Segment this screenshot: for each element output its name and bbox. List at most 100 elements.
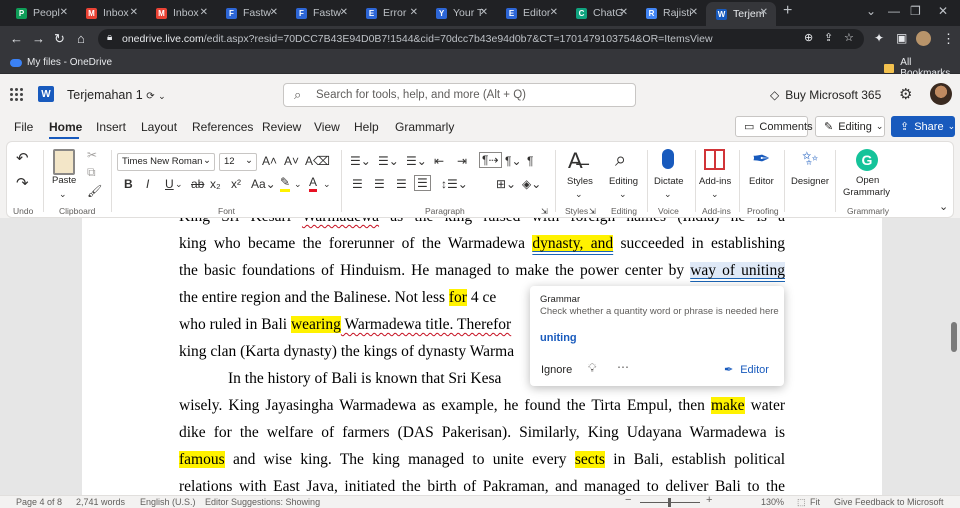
user-avatar[interactable] (930, 83, 952, 105)
tab-insert[interactable]: Insert (96, 120, 126, 134)
ltr-direction-icon[interactable]: ¶⇢ (479, 152, 502, 168)
open-grammarly-button-line2[interactable]: Grammarly (843, 187, 890, 198)
shrink-font-icon[interactable]: A˅ (284, 154, 299, 168)
minimize-button[interactable]: — (888, 4, 900, 18)
menu-icon[interactable]: ⋮ (942, 31, 955, 47)
show-marks-icon[interactable]: ¶ (527, 154, 533, 168)
align-right-icon[interactable]: ☰ (396, 177, 407, 191)
reload-icon[interactable]: ↻ (54, 31, 65, 47)
buy-microsoft-365-link[interactable]: ◇ Buy Microsoft 365 (770, 88, 881, 102)
vertical-scrollbar-thumb[interactable] (951, 322, 957, 352)
feedback-link[interactable]: Give Feedback to Microsoft (834, 497, 944, 507)
designer-button[interactable]: Designer (791, 176, 829, 187)
editor-suggestions-status[interactable]: Editor Suggestions: Showing (205, 497, 320, 507)
highlighted-word[interactable]: for (448, 289, 467, 306)
styles-button[interactable]: Styles (567, 176, 593, 187)
side-panel-icon[interactable]: ▣ (896, 31, 907, 45)
browser-tab[interactable]: R Rajisti ✕ (636, 2, 706, 24)
bookmark-star-icon[interactable]: ☆ (844, 31, 854, 44)
microphone-icon[interactable] (662, 149, 674, 169)
search-input[interactable]: ⌕ Search for tools, help, and more (Alt … (283, 83, 636, 107)
ignore-button[interactable]: Ignore (541, 364, 572, 376)
editor-pen-icon[interactable]: ✒ (752, 147, 770, 171)
grammar-flagged-phrase[interactable]: way of uniting (690, 262, 785, 279)
underline-dropdown-icon[interactable]: ⌄ (175, 177, 183, 191)
more-options-icon[interactable]: ⋯ (617, 360, 629, 374)
increase-indent-icon[interactable]: ⇥ (457, 154, 467, 168)
shading-icon[interactable]: ◈⌄ (522, 177, 541, 191)
page-count[interactable]: Page 4 of 8 (16, 497, 62, 507)
highlighted-word[interactable]: wearing (290, 316, 341, 333)
chevron-down-icon[interactable]: ⌄ (664, 187, 672, 201)
fit-icon[interactable]: ⬚ (797, 497, 806, 508)
copy-icon[interactable]: ⧉ (87, 165, 96, 179)
highlighted-word[interactable]: sects (574, 451, 605, 468)
rtl-direction-icon[interactable]: ¶⌄ (505, 154, 522, 168)
addins-grid-icon[interactable] (704, 149, 725, 170)
grow-font-icon[interactable]: A˄ (262, 154, 277, 168)
bold-icon[interactable]: B (124, 177, 133, 191)
bookmark-onedrive[interactable]: My files - OneDrive (10, 57, 112, 68)
find-icon[interactable]: ⌕ (615, 148, 626, 172)
profile-avatar[interactable] (916, 31, 931, 46)
browser-tab[interactable]: C ChatG ✕ (566, 2, 636, 24)
tab-help[interactable]: Help (354, 120, 379, 134)
zoom-icon[interactable]: ⊕ (804, 31, 813, 44)
paste-dropdown-icon[interactable]: ⌄ (59, 187, 67, 201)
superscript-icon[interactable]: x² (231, 177, 241, 191)
open-grammarly-button[interactable]: Open (856, 175, 879, 186)
browser-tab[interactable]: E Error ✕ (356, 2, 426, 24)
comments-button[interactable]: ▭ Comments (735, 116, 813, 137)
editor-button[interactable]: Editor (749, 176, 774, 187)
lightbulb-icon[interactable]: 💡︎ (588, 361, 596, 376)
chevron-down-icon[interactable]: ⌄ (619, 187, 627, 201)
browser-tab[interactable]: M Inbox ✕ (76, 2, 146, 24)
address-bar[interactable]: 🔒︎ onedrive.live.com/edit.aspx?resid=70D… (98, 29, 864, 49)
cut-icon[interactable]: ✂ (87, 148, 97, 162)
language-status[interactable]: English (U.S.) (140, 497, 196, 507)
settings-gear-icon[interactable]: ⚙ (899, 85, 912, 103)
extensions-icon[interactable]: ✦ (874, 31, 884, 45)
multilevel-list-icon[interactable]: ☰⌄ (406, 154, 427, 168)
open-editor-button[interactable]: ✒ Editor (724, 363, 769, 377)
justify-icon[interactable]: ☰ (414, 175, 431, 191)
tab-review[interactable]: Review (262, 120, 301, 134)
close-window-button[interactable]: ✕ (938, 4, 948, 18)
line-spacing-icon[interactable]: ↕☰⌄ (441, 177, 468, 191)
paste-icon[interactable] (53, 149, 75, 175)
close-tab-icon[interactable]: ✕ (60, 7, 68, 18)
suggestion-replacement[interactable]: uniting (540, 332, 577, 344)
chevron-down-icon[interactable]: ⌄ (711, 187, 719, 201)
close-tab-icon[interactable]: ✕ (760, 7, 768, 18)
clear-formatting-icon[interactable]: A⌫ (305, 154, 330, 168)
tab-home[interactable]: Home (49, 120, 82, 134)
highlighted-word[interactable]: famous (179, 451, 225, 468)
app-launcher-icon[interactable] (10, 88, 24, 102)
close-tab-icon[interactable]: ✕ (550, 7, 558, 18)
italic-icon[interactable]: I (146, 177, 149, 191)
tab-view[interactable]: View (314, 120, 340, 134)
font-color-dropdown-icon[interactable]: ⌄ (323, 177, 331, 191)
word-count[interactable]: 2,741 words (76, 497, 125, 507)
close-tab-icon[interactable]: ✕ (410, 7, 418, 18)
back-icon[interactable]: ← (10, 31, 23, 46)
tab-references[interactable]: References (192, 120, 253, 134)
addins-button[interactable]: Add-ins (699, 176, 731, 187)
font-color-icon[interactable]: A (309, 175, 318, 192)
redo-icon[interactable]: ↷ (16, 176, 29, 191)
tab-grammarly[interactable]: Grammarly (395, 120, 454, 134)
numbering-icon[interactable]: ☰⌄ (378, 154, 399, 168)
underline-icon[interactable]: U (165, 177, 174, 191)
zoom-level[interactable]: 130% (761, 497, 784, 507)
change-case-icon[interactable]: Aa⌄ (251, 177, 276, 191)
designer-wand-icon[interactable]: ✨︎ (802, 147, 818, 171)
zoom-out-icon[interactable]: − (625, 494, 631, 506)
fit-button[interactable]: Fit (810, 497, 820, 507)
highlight-dropdown-icon[interactable]: ⌄ (294, 177, 302, 191)
close-tab-icon[interactable]: ✕ (340, 7, 348, 18)
home-icon[interactable]: ⌂ (77, 31, 85, 46)
paragraph-settings-icon[interactable]: ⇲ (541, 205, 548, 219)
dictate-button[interactable]: Dictate (654, 176, 684, 187)
site-info-icon[interactable]: 🔒︎ (107, 32, 112, 43)
browser-tab[interactable]: P Peopl ✕ (6, 2, 76, 24)
